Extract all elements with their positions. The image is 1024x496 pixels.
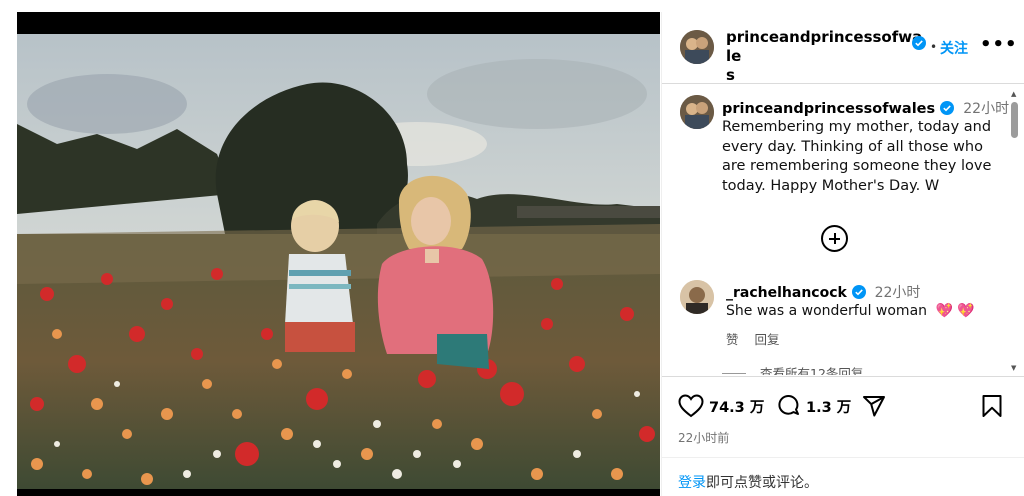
login-prompt-rest: 即可点赞或评论。 (706, 475, 818, 491)
caption-time: 22小时 (963, 101, 1010, 117)
comment-time: 22小时 (874, 285, 921, 301)
login-prompt: 登录即可点赞或评论。 (662, 457, 1024, 496)
author-username[interactable]: princeandprincessofwale s (726, 28, 926, 85)
comments-count: 1.3 万 (806, 399, 852, 416)
author-username-line2: s (726, 66, 735, 84)
post-actions: 74.3 万 1.3 万 22小时前 登录即可点赞或评论。 (662, 376, 1024, 496)
caption-text: Remembering my mother, today and every d… (722, 119, 992, 194)
comment-actions: 赞 回复 (726, 329, 792, 348)
comments-scrollbar[interactable]: ▲ ▼ (1010, 90, 1019, 372)
post-time-ago: 22小时前 (678, 431, 730, 445)
scroll-down-icon[interactable]: ▼ (1011, 364, 1016, 372)
post-photo[interactable] (17, 34, 660, 489)
heart-icon (678, 394, 704, 418)
save-action[interactable] (981, 393, 1003, 419)
likes-count: 74.3 万 (709, 399, 765, 416)
post-header: princeandprincessofwale s • 关注 ••• (662, 12, 1024, 84)
separator-dot: • (930, 40, 938, 54)
instagram-post-page: princeandprincessofwale s • 关注 ••• princ… (0, 0, 1024, 496)
share-icon (863, 396, 885, 417)
like-action[interactable]: 74.3 万 (678, 393, 764, 419)
comments-area: princeandprincessofwales 22小时 Rememberin… (662, 85, 1017, 375)
bookmark-icon (982, 395, 1002, 417)
comment-reply-button[interactable]: 回复 (755, 332, 780, 347)
scroll-up-icon[interactable]: ▲ (1011, 90, 1016, 98)
author-avatar[interactable] (680, 30, 714, 64)
comment-icon (778, 395, 799, 415)
more-icon[interactable]: ••• (980, 34, 1018, 55)
view-all-replies[interactable]: 查看所有12条回复 (760, 363, 863, 375)
verified-badge-icon (851, 285, 866, 299)
caption-avatar[interactable] (680, 95, 714, 129)
action-row: 74.3 万 1.3 万 (678, 393, 1008, 419)
verified-badge-icon (940, 101, 955, 115)
comment-like-button[interactable]: 赞 (726, 332, 739, 347)
follow-button[interactable]: 关注 (940, 38, 968, 58)
share-action[interactable] (862, 393, 886, 419)
comment-text-row: She was a wonderful woman 💖 💖 (726, 303, 975, 319)
caption-username[interactable]: princeandprincessofwales (722, 101, 935, 117)
scrollbar-thumb[interactable] (1011, 102, 1018, 138)
post-media (17, 12, 660, 496)
commenter-username-row: _rachelhancock 22小时 (726, 282, 920, 302)
comment-text: She was a wonderful woman (726, 303, 928, 319)
verified-badge-icon (912, 36, 926, 50)
login-link[interactable]: 登录 (678, 475, 706, 491)
add-comment-icon[interactable] (821, 225, 848, 252)
commenter-avatar[interactable] (680, 280, 714, 314)
caption-username-row: princeandprincessofwales 22小时 (722, 98, 1009, 118)
author-username-line1: princeandprincessofwale (726, 28, 923, 65)
login-prompt-text: 登录即可点赞或评论。 (678, 472, 818, 492)
post-side-panel: princeandprincessofwale s • 关注 ••• princ… (661, 12, 1024, 496)
comment-action[interactable]: 1.3 万 (777, 393, 851, 419)
commenter-username[interactable]: _rachelhancock (726, 285, 847, 301)
heart-emoji: 💖 💖 (935, 303, 975, 319)
